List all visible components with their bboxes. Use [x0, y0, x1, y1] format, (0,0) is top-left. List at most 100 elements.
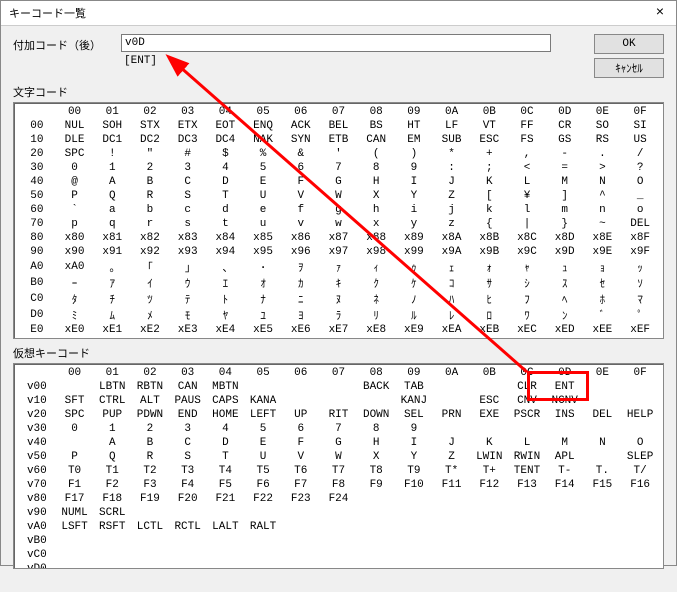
cell[interactable]: xEF	[621, 323, 659, 337]
cell[interactable]	[320, 394, 358, 408]
cell[interactable]: xA0	[56, 259, 94, 275]
cell[interactable]: ｴ	[207, 275, 245, 291]
row-header[interactable]: A0	[18, 259, 56, 275]
cell[interactable]	[282, 380, 320, 394]
cell[interactable]: ･	[244, 259, 282, 275]
cell[interactable]: T.	[584, 464, 622, 478]
cell[interactable]	[320, 506, 358, 520]
cell[interactable]: x9E	[584, 245, 622, 259]
cell[interactable]: LWIN	[470, 450, 508, 464]
cell[interactable]	[56, 548, 94, 562]
cell[interactable]: #	[169, 147, 207, 161]
cell[interactable]: PUP	[93, 408, 131, 422]
cell[interactable]: X	[357, 450, 395, 464]
row-header[interactable]: v40	[18, 436, 56, 450]
cell[interactable]	[546, 492, 584, 506]
cell[interactable]	[395, 492, 433, 506]
cell[interactable]: ｿ	[621, 275, 659, 291]
cell[interactable]: ｹ	[395, 275, 433, 291]
cell[interactable]: D	[207, 436, 245, 450]
cell[interactable]: U	[244, 189, 282, 203]
cell[interactable]: V	[282, 450, 320, 464]
cell[interactable]: F1	[56, 478, 94, 492]
cell[interactable]: x9C	[508, 245, 546, 259]
cell[interactable]: ｵ	[244, 275, 282, 291]
cell[interactable]	[93, 548, 131, 562]
cell[interactable]: PRN	[433, 408, 471, 422]
cell[interactable]: ALT	[131, 394, 169, 408]
cell[interactable]: ｶ	[282, 275, 320, 291]
cell[interactable]	[433, 492, 471, 506]
cell[interactable]: DC3	[169, 133, 207, 147]
cell[interactable]: APL	[546, 450, 584, 464]
cell[interactable]	[207, 506, 245, 520]
cell[interactable]	[584, 534, 622, 548]
cell[interactable]: m	[546, 203, 584, 217]
cell[interactable]: ESC	[470, 133, 508, 147]
cell[interactable]: ^	[584, 189, 622, 203]
cell[interactable]: x9F	[621, 245, 659, 259]
cell[interactable]: x95	[244, 245, 282, 259]
cell[interactable]: $	[207, 147, 245, 161]
cell[interactable]: T0	[56, 464, 94, 478]
cell[interactable]: c	[169, 203, 207, 217]
cell[interactable]: CTRL	[93, 394, 131, 408]
cell[interactable]: ﾉ	[395, 291, 433, 307]
cell[interactable]	[621, 534, 659, 548]
cell[interactable]: xE5	[244, 323, 282, 337]
cell[interactable]	[320, 520, 358, 534]
cell[interactable]: ｲ	[131, 275, 169, 291]
cell[interactable]: BS	[357, 119, 395, 133]
cell[interactable]: F	[282, 175, 320, 189]
cell[interactable]: e	[244, 203, 282, 217]
cell[interactable]: N	[584, 436, 622, 450]
cell[interactable]: LALT	[207, 520, 245, 534]
row-header[interactable]: v70	[18, 478, 56, 492]
cell[interactable]	[621, 520, 659, 534]
cell[interactable]: xF9	[395, 337, 433, 339]
cell[interactable]: 6	[282, 161, 320, 175]
cell[interactable]: ﾔ	[207, 307, 245, 323]
cell[interactable]: T*	[433, 464, 471, 478]
cell[interactable]	[621, 492, 659, 506]
cell[interactable]	[508, 520, 546, 534]
cell[interactable]: xE2	[131, 323, 169, 337]
cell[interactable]: RSFT	[93, 520, 131, 534]
cell[interactable]: xF8	[357, 337, 395, 339]
cell[interactable]: ｣	[169, 259, 207, 275]
cell[interactable]: x87	[320, 231, 358, 245]
cell[interactable]: x9D	[546, 245, 584, 259]
cell[interactable]	[470, 506, 508, 520]
cell[interactable]: ｸ	[357, 275, 395, 291]
cell[interactable]: ､	[207, 259, 245, 275]
cell[interactable]: 9	[395, 422, 433, 436]
cell[interactable]: SPC	[56, 408, 94, 422]
cell[interactable]: ｼ	[508, 275, 546, 291]
ok-button[interactable]: OK	[594, 34, 664, 54]
cell[interactable]: ﾑ	[93, 307, 131, 323]
row-header[interactable]: v20	[18, 408, 56, 422]
cell[interactable]: F22	[244, 492, 282, 506]
cell[interactable]: xEA	[433, 323, 471, 337]
cell[interactable]: xFA	[433, 337, 471, 339]
cell[interactable]: xE1	[93, 323, 131, 337]
cell[interactable]: xE4	[207, 323, 245, 337]
row-header[interactable]: v50	[18, 450, 56, 464]
cell[interactable]: LCTL	[131, 520, 169, 534]
cell[interactable]	[584, 450, 622, 464]
cell[interactable]	[584, 422, 622, 436]
cell[interactable]: Z	[433, 189, 471, 203]
cell[interactable]: xE9	[395, 323, 433, 337]
cell[interactable]: T5	[244, 464, 282, 478]
cell[interactable]: %	[244, 147, 282, 161]
cell[interactable]: RBTN	[131, 380, 169, 394]
cell[interactable]	[56, 436, 94, 450]
cell[interactable]: x82	[131, 231, 169, 245]
cell[interactable]: P	[56, 450, 94, 464]
cell[interactable]: SOH	[93, 119, 131, 133]
cell[interactable]: I	[395, 436, 433, 450]
cell[interactable]: C	[169, 175, 207, 189]
cell[interactable]: SYN	[282, 133, 320, 147]
cell[interactable]: 4	[207, 161, 245, 175]
cell[interactable]: ﾃ	[169, 291, 207, 307]
